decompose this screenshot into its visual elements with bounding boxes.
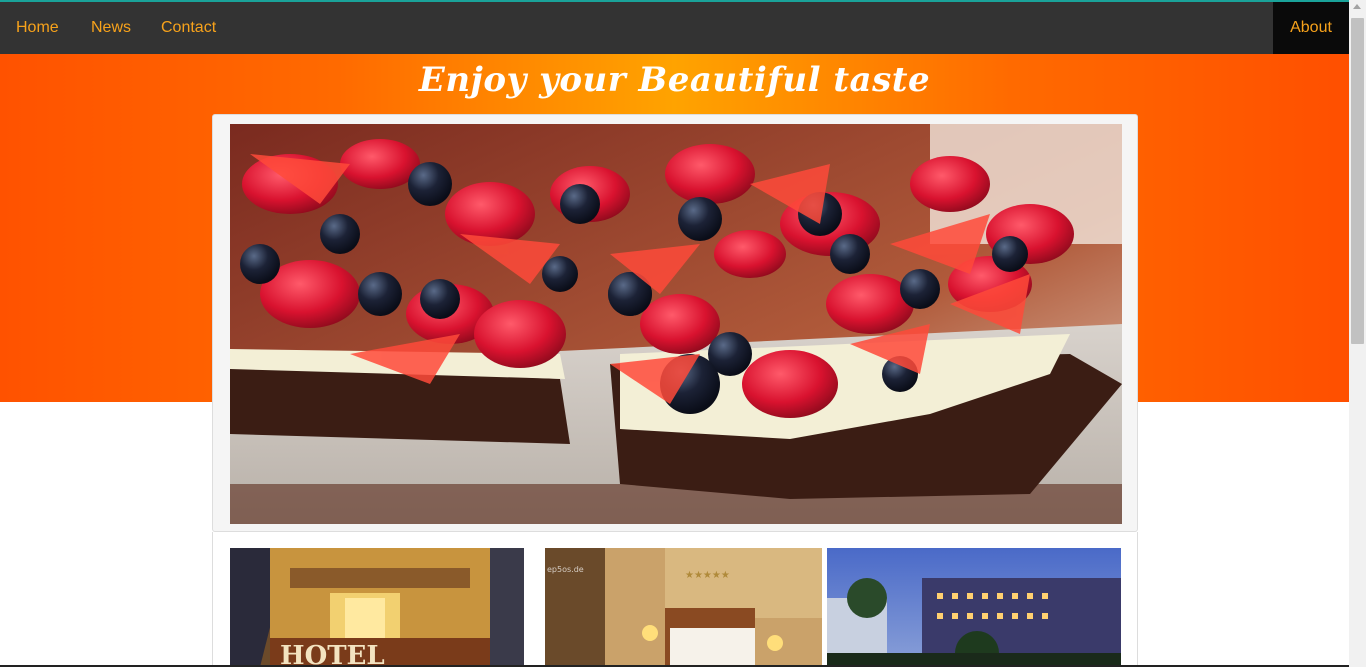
thumbnail-hotel-facade[interactable]: HOTEL (230, 548, 524, 667)
nav-news-link[interactable]: News (75, 2, 147, 54)
scroll-thumb[interactable] (1351, 18, 1364, 344)
hero-title: Enjoy your Beautiful taste (418, 60, 931, 100)
nav-contact-link[interactable]: Contact (145, 2, 232, 54)
thumbnail-hotel-room[interactable]: ★★★★★ ep5os.de (545, 548, 822, 667)
thumbnail-hotel-exterior[interactable] (827, 548, 1121, 667)
watermark-text: ep5os.de (547, 565, 584, 574)
svg-text:★★★★★: ★★★★★ (685, 570, 730, 581)
scroll-up-arrow-icon[interactable] (1353, 4, 1361, 9)
feature-image (230, 124, 1122, 524)
feature-card (212, 114, 1138, 532)
thumbnail-row: HOTEL ★★★★★ ep5os.de (212, 532, 1138, 667)
page-scrollbar[interactable] (1349, 0, 1366, 667)
svg-text:HOTEL: HOTEL (280, 641, 385, 667)
nav-home-link[interactable]: Home (0, 2, 75, 54)
nav-about-link[interactable]: About (1273, 2, 1349, 54)
top-navigation-bar: Home News Contact About (0, 0, 1349, 54)
